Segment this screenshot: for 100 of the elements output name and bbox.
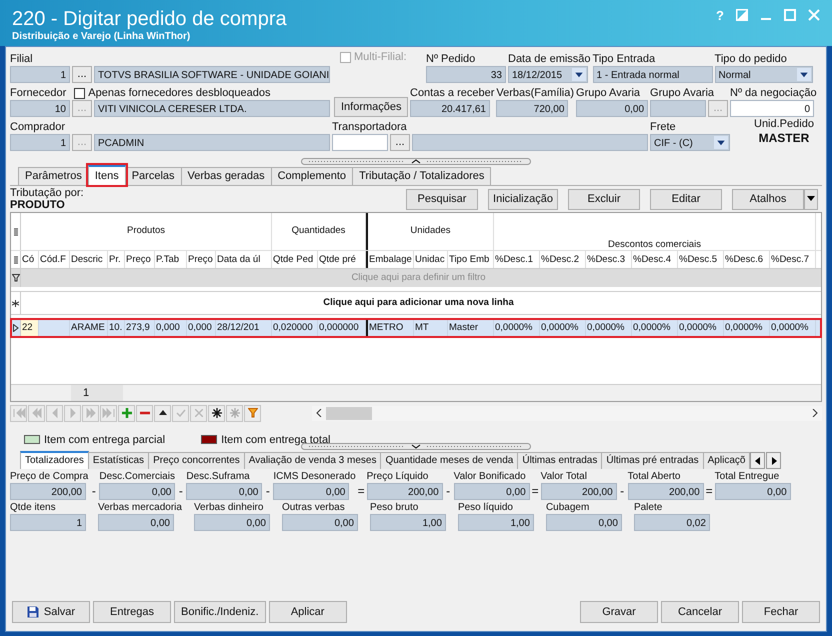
add-button[interactable] <box>118 404 135 422</box>
tab[interactable]: Itens <box>88 165 126 185</box>
code-field[interactable]: 1 <box>10 66 70 83</box>
column-header[interactable]: Descric <box>70 251 108 268</box>
toolbar-button[interactable]: Inicialização <box>488 188 558 210</box>
name-field[interactable]: PCADMIN <box>94 134 330 151</box>
star-button[interactable] <box>208 404 225 422</box>
column-header[interactable]: %Desc.5 <box>678 251 724 268</box>
table-cell: 0,0000% <box>494 319 540 337</box>
date-dropdown[interactable]: 18/12/2015 <box>508 66 588 83</box>
column-header[interactable]: Preço <box>125 251 155 268</box>
toolbar-button[interactable]: Atalhos <box>732 188 804 210</box>
column-chooser-icon[interactable] <box>14 256 18 264</box>
tab[interactable]: Totalizadores <box>20 451 89 469</box>
column-header[interactable]: Có <box>21 251 39 268</box>
new-row-prompt[interactable]: Clique aqui para adicionar uma nova linha <box>21 292 816 314</box>
column-header[interactable]: Qtde pré <box>318 251 366 268</box>
horizontal-scrollbar[interactable] <box>312 406 822 420</box>
receivables-field[interactable]: 20.417,61 <box>410 100 490 117</box>
tab[interactable]: Aplicaçõ <box>702 452 750 469</box>
column-header[interactable]: Tipo Emb <box>448 251 494 268</box>
toolbar-button[interactable]: Pesquisar <box>406 188 478 210</box>
tab[interactable]: Tributação / Totalizadores <box>352 167 492 185</box>
column-header[interactable]: Unidac <box>414 251 448 268</box>
column-header[interactable]: %Desc.7 <box>770 251 816 268</box>
table-row[interactable]: 22 ARAME 10. 273,9 0,000 0,000 28/12/201 0,020000 0,000000 METRO MT Master 0,0000% 0,0000% 0,0000% 0,0000% 0,0000% 0,0000% 0,0000% <box>11 319 821 337</box>
action-button[interactable]: Gravar <box>580 601 658 623</box>
tab-scroll-left-button[interactable] <box>750 452 766 469</box>
tab[interactable]: Estatísticas <box>88 452 150 469</box>
next-page-button[interactable] <box>82 404 99 422</box>
order-number-field[interactable]: 33 <box>426 66 506 83</box>
previous-button[interactable] <box>46 404 63 422</box>
column-header[interactable]: %Desc.6 <box>724 251 770 268</box>
column-group-header: Quantidades <box>272 213 366 250</box>
field-label: Peso bruto <box>370 501 420 514</box>
column-header[interactable]: %Desc.4 <box>632 251 678 268</box>
action-button[interactable]: Cancelar <box>661 601 739 623</box>
column-chooser-icon[interactable] <box>14 228 18 236</box>
tab[interactable]: Últimas entradas <box>517 452 602 469</box>
tab-scroll-right-button[interactable] <box>766 452 782 469</box>
scroll-left-icon <box>316 409 322 417</box>
name-field[interactable]: VITI VINICOLA CERESER LTDA. <box>94 100 330 117</box>
name-field[interactable]: TOTVS BRASILIA SOFTWARE - UNIDADE GOIANI <box>94 66 330 83</box>
column-header[interactable]: Cód.F <box>39 251 70 268</box>
browse-button[interactable]: ... <box>72 66 92 83</box>
column-header[interactable]: Data da úl <box>216 251 272 268</box>
action-button[interactable]: Entregas <box>93 601 171 623</box>
column-header[interactable]: Pr. <box>108 251 125 268</box>
column-header[interactable]: Qtde Ped <box>272 251 318 268</box>
first-page-button[interactable] <box>10 404 27 422</box>
column-header[interactable]: P.Tab <box>155 251 187 268</box>
carrier-name-field[interactable] <box>412 134 648 151</box>
remove-button[interactable] <box>136 404 153 422</box>
damage-group-field[interactable]: 0,00 <box>576 100 648 117</box>
browse-button[interactable]: ... <box>390 134 410 151</box>
order-type-dropdown[interactable]: Normal <box>714 66 813 83</box>
column-header[interactable]: %Desc.2 <box>540 251 586 268</box>
damage-group-field[interactable] <box>650 100 706 117</box>
toolbar-button[interactable]: Excluir <box>568 188 640 210</box>
action-button[interactable]: Fechar <box>742 601 820 623</box>
total-field: 0,00 <box>546 514 622 531</box>
move-up-button[interactable] <box>154 404 171 422</box>
funds-field[interactable]: 720,00 <box>496 100 568 117</box>
previous-page-button[interactable] <box>28 404 45 422</box>
scroll-thumb[interactable] <box>326 406 372 420</box>
tab[interactable]: Avaliação de venda 3 meses <box>244 452 382 469</box>
column-header[interactable]: %Desc.1 <box>494 251 540 268</box>
carrier-code-field[interactable] <box>332 134 388 151</box>
star-button[interactable] <box>226 404 243 422</box>
column-header[interactable]: Preço <box>187 251 216 268</box>
splitter-handle-icon[interactable] <box>301 158 531 165</box>
next-button[interactable] <box>64 404 81 422</box>
tab[interactable]: Parâmetros <box>18 167 89 185</box>
freight-dropdown[interactable]: CIF - (C) <box>650 134 730 151</box>
last-page-button[interactable] <box>100 404 117 422</box>
action-button[interactable]: Aplicar <box>268 601 347 623</box>
entry-type-field[interactable]: 1 - Entrada normal <box>592 66 713 83</box>
code-field[interactable]: 1 <box>10 134 70 151</box>
action-button[interactable]: Bonific./Indeniz. <box>174 601 266 623</box>
tab[interactable]: Últimas pré entradas <box>601 452 704 469</box>
filter-icon[interactable] <box>12 274 20 282</box>
action-button[interactable]: Salvar <box>12 601 90 623</box>
tab[interactable]: Preço concorrentes <box>148 452 245 469</box>
shortcuts-dropdown-button[interactable] <box>804 188 818 210</box>
field-label: Verbas(Família) <box>496 86 574 100</box>
info-button[interactable]: Informações <box>334 97 408 117</box>
code-field[interactable]: 10 <box>10 100 70 117</box>
unblocked-suppliers-checkbox[interactable]: Apenas fornecedores desbloqueados <box>74 87 271 99</box>
negotiation-number-field[interactable]: 0 <box>730 100 814 117</box>
column-header[interactable]: %Desc.3 <box>586 251 632 268</box>
table-cell: 0,0000% <box>586 319 632 337</box>
tab[interactable]: Quantidade meses de venda <box>380 452 518 469</box>
tab[interactable]: Verbas geradas <box>180 167 272 185</box>
tab[interactable]: Complemento <box>270 167 354 185</box>
toolbar-button[interactable]: Editar <box>650 188 722 210</box>
restore-layout-icon[interactable] <box>736 9 748 21</box>
filter-button[interactable] <box>244 404 261 422</box>
close-icon[interactable] <box>808 9 820 21</box>
maximize-icon[interactable] <box>784 9 796 21</box>
cross-icon <box>194 409 202 417</box>
